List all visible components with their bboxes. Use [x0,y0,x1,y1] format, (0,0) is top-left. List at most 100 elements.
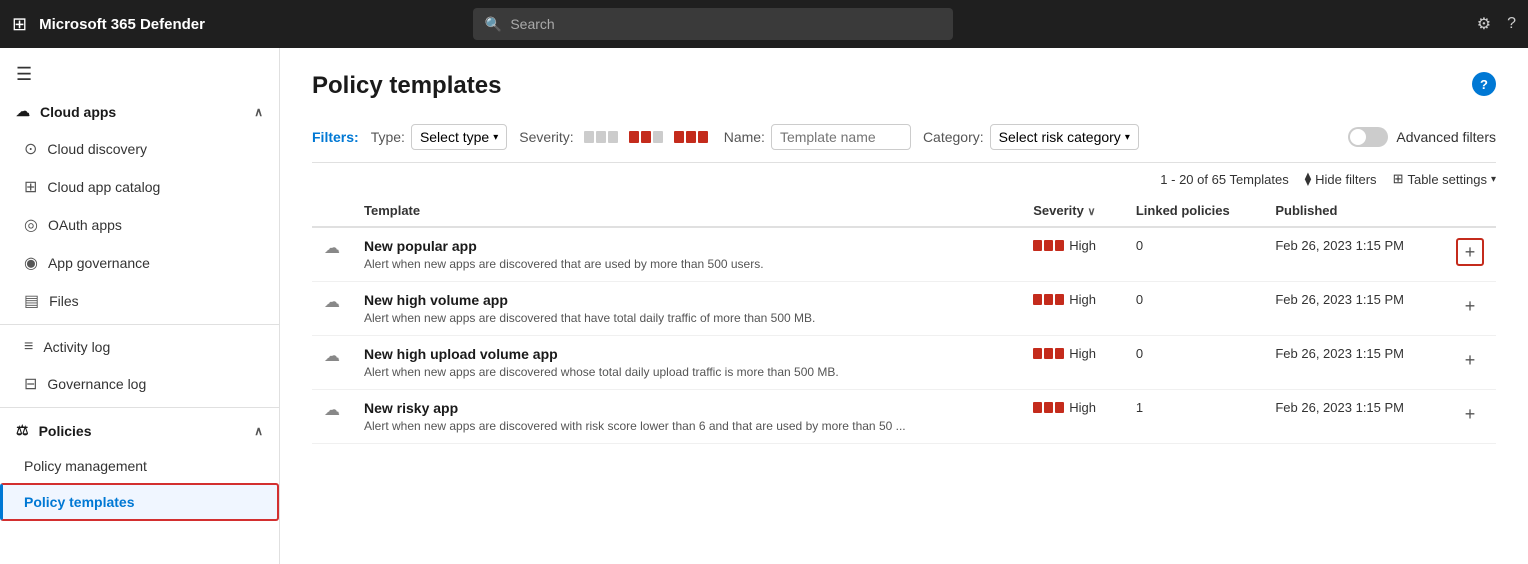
page-title: Policy templates [312,72,501,100]
sidebar-item-app-governance[interactable]: ◉ App governance [0,244,279,282]
sidebar-item-files[interactable]: ▤ Files [0,282,279,320]
row-linked-policies-cell: 0 [1124,336,1264,390]
table-settings-chevron: ▾ [1491,174,1496,185]
row-linked-policies-cell: 0 [1124,282,1264,336]
files-icon: ▤ [24,291,39,311]
category-filter: Category: Select risk category ▾ [923,124,1139,150]
advanced-filters-toggle[interactable]: Advanced filters [1348,127,1496,147]
row-published-cell: Feb 26, 2023 1:15 PM [1263,336,1444,390]
governance-icon: ◉ [24,253,38,273]
sidebar-item-activity-log[interactable]: ≡ Activity log [0,329,279,365]
top-navigation: ⊞ Microsoft 365 Defender 🔍 ⚙ ? [0,0,1528,48]
type-filter-select[interactable]: Select type ▾ [411,124,507,150]
sev-med-1 [629,131,639,143]
search-icon: 🔍 [485,16,502,33]
severity-badge: High [1033,346,1112,361]
severity-label: High [1069,238,1096,253]
add-policy-button[interactable]: + [1456,238,1484,266]
hide-filters-btn[interactable]: ⧫ Hide filters [1305,171,1377,187]
row-severity-cell: High [1021,282,1124,336]
published-date: Feb 26, 2023 1:15 PM [1275,400,1404,415]
row-severity-cell: High [1021,390,1124,444]
severity-low-group[interactable] [580,129,622,145]
sidebar-item-governance-log[interactable]: ⊟ Governance log [0,365,279,403]
row-published-cell: Feb 26, 2023 1:15 PM [1263,282,1444,336]
sev-low-2 [596,131,606,143]
name-filter-input[interactable] [771,124,911,150]
row-icon-cell: ☁ [312,227,352,282]
th-icon [312,195,352,227]
sidebar: ☰ ☁ Cloud apps ∧ ⊙ Cloud discovery ⊞ Clo… [0,48,280,564]
app-grid-icon[interactable]: ⊞ [12,14,27,35]
row-template-cell: New risky app Alert when new apps are di… [352,390,1021,444]
linked-policies-value: 0 [1136,238,1143,253]
th-actions [1444,195,1496,227]
category-filter-select[interactable]: Select risk category ▾ [990,124,1139,150]
sev-med-2 [641,131,651,143]
row-action-cell[interactable]: + [1444,336,1496,390]
severity-filter-label: Severity: [519,129,573,145]
sev-low-1 [584,131,594,143]
sidebar-section-policies-label: Policies [39,423,92,439]
severity-med-group[interactable] [625,129,667,145]
severity-sort-icon: ∨ [1087,206,1095,218]
filters-label: Filters: [312,129,359,145]
name-filter-label: Name: [724,129,765,145]
row-action-cell[interactable]: + [1444,390,1496,444]
type-filter-label: Type: [371,129,405,145]
template-icon: ☁ [324,240,340,257]
sidebar-section-policies[interactable]: ⚖ Policies ∧ [0,412,279,449]
sidebar-item-policy-templates-label: Policy templates [24,494,135,510]
sidebar-item-cloud-discovery[interactable]: ⊙ Cloud discovery [0,130,279,168]
advanced-filters-switch[interactable] [1348,127,1388,147]
type-filter: Type: Select type ▾ [371,124,508,150]
sidebar-item-activity-log-label: Activity log [43,339,110,355]
severity-label: High [1069,346,1096,361]
sidebar-item-app-governance-label: App governance [48,255,150,271]
cloud-discovery-icon: ⊙ [24,139,37,159]
sidebar-item-cloud-app-catalog[interactable]: ⊞ Cloud app catalog [0,168,279,206]
activity-log-icon: ≡ [24,338,33,356]
th-severity[interactable]: Severity ∨ [1021,195,1124,227]
row-severity-cell: High [1021,227,1124,282]
template-icon: ☁ [324,348,340,365]
row-linked-policies-cell: 1 [1124,390,1264,444]
policies-icon: ⚖ [16,422,29,439]
linked-policies-value: 1 [1136,400,1143,415]
sidebar-item-oauth-apps[interactable]: ◎ OAuth apps [0,206,279,244]
row-template-cell: New high upload volume app Alert when ne… [352,336,1021,390]
severity-high-group[interactable] [670,129,712,145]
row-published-cell: Feb 26, 2023 1:15 PM [1263,227,1444,282]
sidebar-item-policy-management-label: Policy management [24,458,147,474]
catalog-icon: ⊞ [24,177,37,197]
sidebar-item-cloud-discovery-label: Cloud discovery [47,141,147,157]
search-input[interactable] [510,16,941,32]
published-date: Feb 26, 2023 1:15 PM [1275,238,1404,253]
severity-badge: High [1033,238,1112,253]
app-title: Microsoft 365 Defender [39,16,205,33]
type-filter-value: Select type [420,129,489,145]
table-settings-btn[interactable]: ⊞ Table settings ▾ [1393,171,1496,187]
search-bar[interactable]: 🔍 [473,8,953,40]
add-policy-button[interactable]: + [1456,292,1484,320]
sev-low-3 [608,131,618,143]
sidebar-item-policy-management[interactable]: Policy management [0,449,279,483]
sidebar-item-policy-templates[interactable]: Policy templates [0,483,279,521]
filter-icon: ⧫ [1305,171,1311,187]
sidebar-hamburger[interactable]: ☰ [0,48,279,93]
page-help-icon[interactable]: ? [1472,72,1496,96]
sev-high-1 [674,131,684,143]
settings-icon[interactable]: ⚙ [1477,14,1491,34]
add-policy-button[interactable]: + [1456,346,1484,374]
row-action-cell[interactable]: + [1444,227,1496,282]
row-icon-cell: ☁ [312,282,352,336]
add-policy-button[interactable]: + [1456,400,1484,428]
template-icon: ☁ [324,402,340,419]
template-description: Alert when new apps are discovered with … [364,419,1009,433]
row-action-cell[interactable]: + [1444,282,1496,336]
table-settings-label: Table settings [1407,172,1487,187]
template-name: New risky app [364,400,1009,416]
sidebar-section-cloud-apps[interactable]: ☁ Cloud apps ∧ [0,93,279,130]
type-filter-chevron: ▾ [493,132,498,143]
help-icon[interactable]: ? [1507,15,1516,33]
